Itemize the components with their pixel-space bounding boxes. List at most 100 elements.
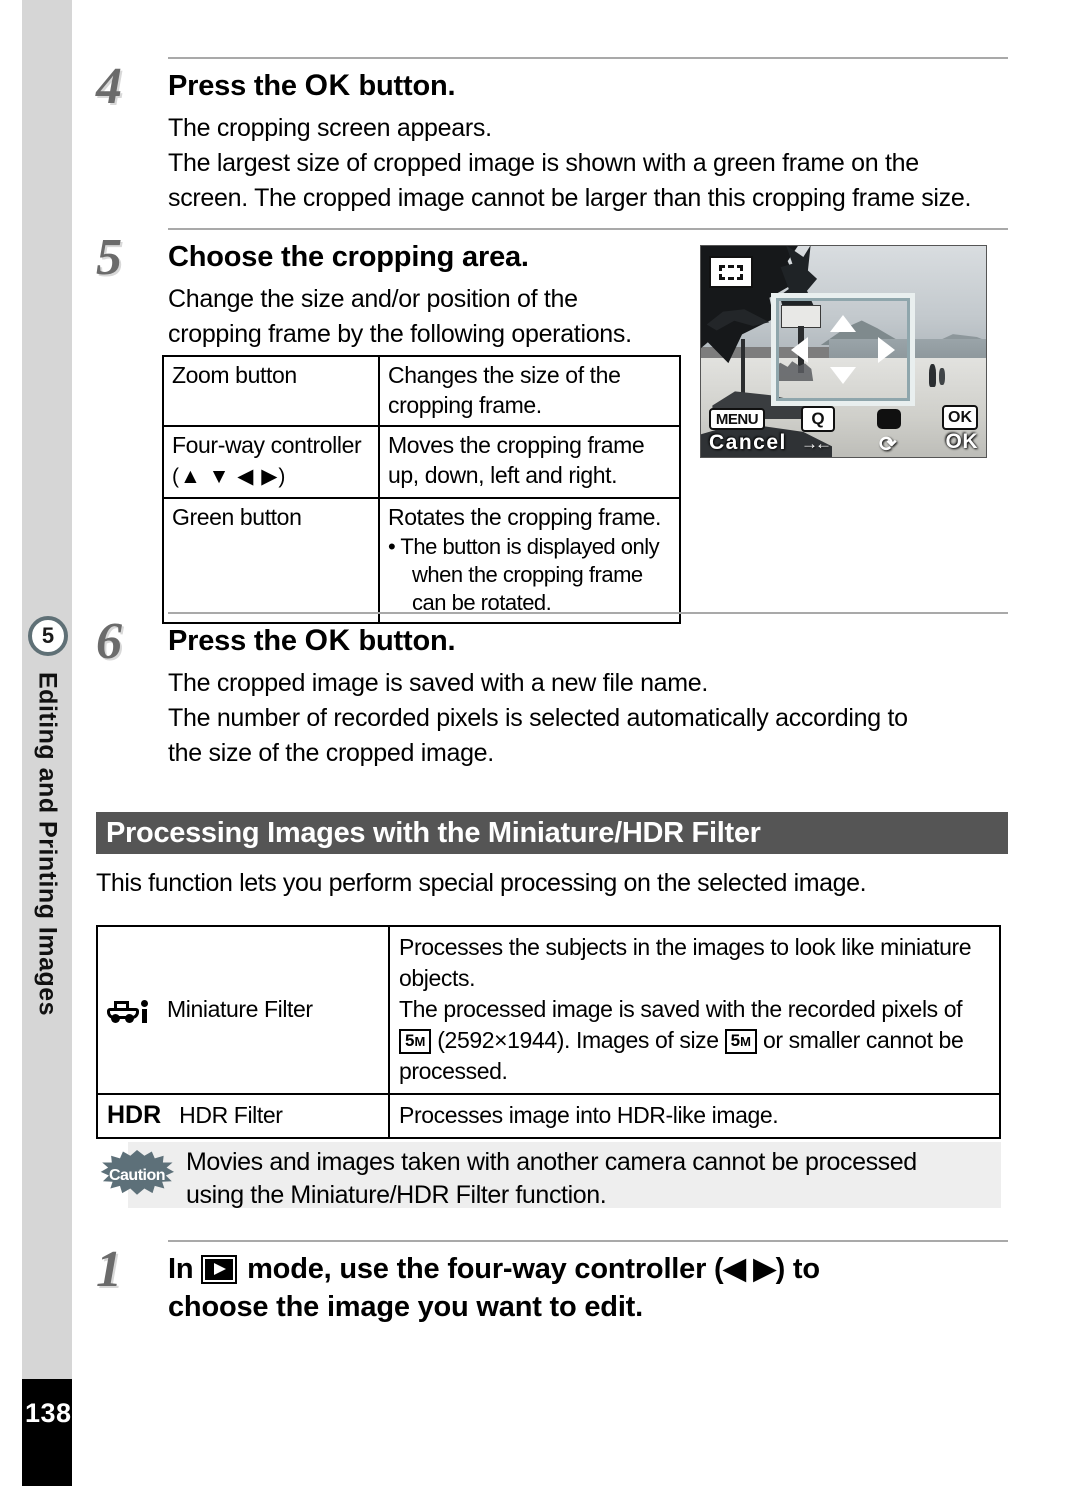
arrow-left-icon bbox=[791, 336, 808, 363]
cropping-operations-table: Zoom button Changes the size of the crop… bbox=[162, 355, 681, 624]
step-heading-prefix: Press the bbox=[168, 70, 305, 102]
size-badge-5m: 5M bbox=[724, 1029, 757, 1054]
filter-desc-line: The processed image is saved with the re… bbox=[399, 996, 963, 1022]
ok-key[interactable]: OK bbox=[942, 405, 978, 430]
cropping-frame[interactable] bbox=[771, 293, 915, 406]
control-cell: Green button bbox=[162, 497, 380, 624]
caution-text: Movies and images taken with another cam… bbox=[186, 1146, 986, 1212]
filter-desc-line: processed. bbox=[399, 1058, 508, 1084]
photo-distant-person-2 bbox=[938, 368, 945, 386]
filter-name: HDR Filter bbox=[179, 1102, 283, 1128]
section-title: Processing Images with the Miniature/HDR… bbox=[106, 816, 761, 849]
table-row: Miniature Filter Processes the subjects … bbox=[96, 925, 1001, 1095]
step-divider bbox=[168, 57, 1008, 59]
step-line: The largest size of cropped image is sho… bbox=[168, 149, 919, 177]
description-text: Changes the size of the cropping frame. bbox=[388, 362, 621, 418]
filter-description-cell: Processes image into HDR-like image. bbox=[388, 1093, 1001, 1139]
description-text: Moves the cropping frame up, down, left … bbox=[388, 432, 645, 488]
description-cell: Changes the size of the cropping frame. bbox=[378, 355, 681, 427]
caution-icon-label: Caution bbox=[108, 1167, 166, 1184]
step-line: screen. The cropped image cannot be larg… bbox=[168, 184, 972, 212]
arrow-down-icon bbox=[830, 367, 856, 384]
ok-button-glyph: OK bbox=[304, 624, 351, 657]
filter-desc-line: Processes the subjects in the images to … bbox=[399, 934, 972, 960]
page-content: 4 Press the OK button. The cropping scre… bbox=[96, 0, 1008, 1486]
step-heading-suffix: button. bbox=[350, 70, 456, 102]
control-label: Four-way controller bbox=[172, 432, 362, 458]
four-way-arrows: (▲ ▼ ◀ ▶) bbox=[172, 465, 287, 488]
control-cell: Zoom button bbox=[162, 355, 380, 427]
page-number: 138 bbox=[25, 1398, 72, 1428]
step-heading-prefix: Press the bbox=[168, 625, 305, 657]
filter-desc-line: objects. bbox=[399, 965, 476, 991]
section-intro-text: This function lets you perform special p… bbox=[96, 869, 867, 897]
step-heading-line2: choose the image you want to edit. bbox=[168, 1291, 643, 1323]
step-body: Press the OK button. The cropping screen… bbox=[168, 67, 1008, 216]
cropping-frame-inner bbox=[776, 298, 910, 401]
caution-line: using the Miniature/HDR Filter function. bbox=[186, 1181, 607, 1209]
step-line: the size of the cropped image. bbox=[168, 739, 494, 767]
section-heading-bar: Processing Images with the Miniature/HDR… bbox=[96, 812, 1008, 854]
step-number: 4 bbox=[96, 58, 122, 115]
filter-description: Processes image into HDR-like image. bbox=[399, 1102, 779, 1128]
step-heading: Press the OK button. bbox=[168, 67, 1008, 105]
car-wheel-rear bbox=[125, 1013, 134, 1023]
step-heading-end: ) to bbox=[775, 1253, 820, 1285]
four-way-arrows: ◀ ▶ bbox=[723, 1253, 776, 1285]
size-badge-5m: 5M bbox=[399, 1029, 432, 1054]
description-cell: Moves the cropping frame up, down, left … bbox=[378, 425, 681, 499]
step-description: The cropping screen appears. The largest… bbox=[168, 111, 1008, 216]
zoom-magnifier-icon[interactable]: Q bbox=[801, 406, 835, 432]
arrow-up-icon bbox=[830, 315, 856, 332]
filter-desc-mid: (2592×1944). Images of size bbox=[431, 1027, 725, 1053]
control-label: Zoom button bbox=[172, 362, 297, 388]
step-description: The cropped image is saved with a new fi… bbox=[168, 666, 1008, 771]
cancel-label: Cancel bbox=[709, 431, 787, 454]
filter-name-cell: HDR HDR Filter bbox=[96, 1093, 390, 1139]
rotate-icon: ⟳ bbox=[879, 433, 897, 456]
ok-button-glyph: OK bbox=[304, 69, 351, 102]
step-divider bbox=[168, 612, 1008, 614]
chapter-title-text: Editing and Printing Images bbox=[33, 672, 62, 1017]
step-divider bbox=[168, 228, 1008, 230]
crop-frame-icon-inner bbox=[719, 264, 743, 280]
filter-types-table: Miniature Filter Processes the subjects … bbox=[96, 925, 1001, 1139]
arrow-right-icon bbox=[878, 336, 895, 363]
person-head bbox=[141, 999, 148, 1007]
step-divider bbox=[168, 1240, 1008, 1242]
step-heading-mid: mode, use the four-way controller ( bbox=[239, 1253, 724, 1285]
table-row: Zoom button Changes the size of the crop… bbox=[162, 355, 681, 427]
green-button-icon[interactable] bbox=[877, 409, 901, 429]
miniature-car-icon bbox=[107, 996, 149, 1024]
step-heading-prefix: In bbox=[168, 1253, 202, 1285]
car-wheel-front bbox=[111, 1013, 120, 1023]
playback-mode-icon bbox=[203, 1257, 236, 1282]
photo-distant-person bbox=[929, 364, 937, 388]
control-label: Green button bbox=[172, 504, 302, 530]
caution-icon: Caution bbox=[100, 1150, 174, 1195]
filter-desc-line: 5M (2592×1944). Images of size 5M or sma… bbox=[399, 1025, 990, 1056]
chapter-number-badge: 5 bbox=[28, 616, 68, 656]
step-number: 1 bbox=[96, 1241, 122, 1298]
control-cell: Four-way controller (▲ ▼ ◀ ▶) bbox=[162, 425, 380, 499]
table-row: Four-way controller (▲ ▼ ◀ ▶) Moves the … bbox=[162, 425, 681, 499]
filter-name-cell: Miniature Filter bbox=[96, 925, 390, 1095]
crop-frame-icon bbox=[709, 256, 753, 288]
caution-line: Movies and images taken with another cam… bbox=[186, 1148, 917, 1176]
menu-key[interactable]: MENU bbox=[709, 408, 765, 430]
page-number-block bbox=[22, 1379, 72, 1486]
step-heading: In mode, use the four-way controller (◀ … bbox=[168, 1250, 1008, 1288]
ok-label: OK bbox=[945, 430, 978, 453]
filter-name: Miniature Filter bbox=[167, 996, 313, 1022]
filter-desc-end: or smaller cannot be bbox=[756, 1027, 964, 1053]
step-line: The cropped image is saved with a new fi… bbox=[168, 669, 709, 697]
table-row: HDR HDR Filter Processes image into HDR-… bbox=[96, 1093, 1001, 1139]
step-line: The cropping screen appears. bbox=[168, 114, 492, 142]
step-body: In mode, use the four-way controller (◀ … bbox=[168, 1250, 1008, 1326]
step-body: Press the OK button. The cropped image i… bbox=[168, 622, 1008, 771]
caution-box: Caution Movies and images taken with ano… bbox=[100, 1142, 1001, 1209]
description-text: Rotates the cropping frame. bbox=[388, 504, 662, 530]
step-heading: Press the OK button. bbox=[168, 622, 1008, 660]
description-bullet: • The button is displayed only when the … bbox=[388, 534, 660, 615]
step-heading-suffix: button. bbox=[350, 625, 456, 657]
